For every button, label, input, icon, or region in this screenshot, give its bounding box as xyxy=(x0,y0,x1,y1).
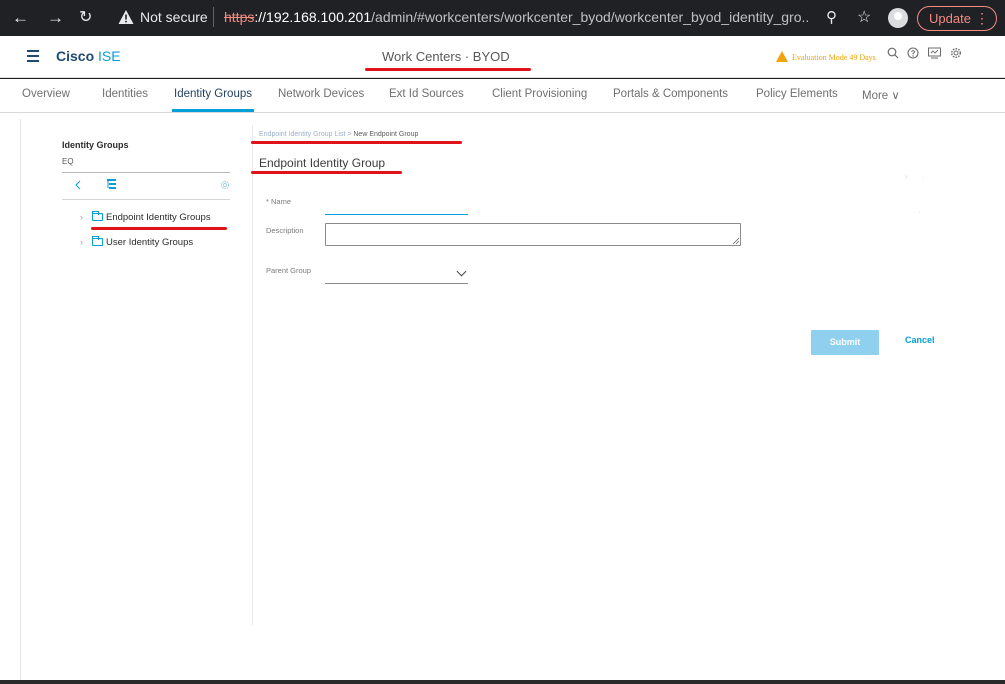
annotation-underline-breadcrumb xyxy=(251,141,462,144)
notifications-icon[interactable] xyxy=(928,47,941,62)
page-title: Endpoint Identity Group xyxy=(259,156,386,170)
resize-handle-icon[interactable] xyxy=(732,237,740,245)
url-scheme: https xyxy=(224,9,255,25)
tab-portals-components[interactable]: Portals & Components xyxy=(613,88,728,100)
tab-identities[interactable]: Identities xyxy=(102,88,148,100)
page-context-title: Work Centers · BYOD xyxy=(382,49,510,64)
annotation-underline-title xyxy=(365,68,531,71)
url-text[interactable]: https://192.168.100.201/admin/#workcente… xyxy=(224,9,809,25)
chevron-right-icon[interactable]: › xyxy=(80,212,90,222)
chevron-down-icon xyxy=(456,266,467,277)
parent-group-label: Parent Group xyxy=(266,266,312,275)
chevron-right-icon[interactable]: › xyxy=(80,237,90,247)
tree-item-label: User Identity Groups xyxy=(106,237,194,248)
submit-button[interactable]: Submit xyxy=(811,330,879,355)
search-underline xyxy=(62,172,230,173)
identity-groups-heading: Identity Groups xyxy=(62,140,129,150)
tab-client-provisioning[interactable]: Client Provisioning xyxy=(492,88,587,100)
breadcrumb-current: New Endpoint Group xyxy=(353,131,419,138)
tree-view-icon[interactable] xyxy=(107,179,117,190)
tab-bar: Overview Identities Identity Groups Netw… xyxy=(0,79,1005,113)
window-bottom-edge xyxy=(0,680,1005,684)
tree-item-label: Endpoint Identity Groups xyxy=(106,212,211,223)
security-status[interactable]: Not secure xyxy=(140,9,208,25)
warning-triangle-icon xyxy=(776,51,788,62)
search-icon[interactable] xyxy=(887,47,899,62)
url-host: ://192.168.100.201 xyxy=(254,9,372,25)
name-field[interactable] xyxy=(325,196,468,215)
panel-divider xyxy=(252,125,253,625)
help-icon[interactable] xyxy=(907,47,919,62)
gear-icon[interactable] xyxy=(950,47,962,62)
browser-toolbar: ← → ↻ Not secure https://192.168.100.201… xyxy=(0,0,1005,36)
zoom-icon[interactable]: ⚲ xyxy=(826,8,837,26)
collapse-left-icon[interactable] xyxy=(75,180,81,190)
cancel-button[interactable]: Cancel xyxy=(905,335,935,345)
folder-icon xyxy=(92,211,103,221)
tab-identity-groups[interactable]: Identity Groups xyxy=(172,88,254,112)
hamburger-menu-icon[interactable] xyxy=(27,50,39,62)
tab-policy-elements[interactable]: Policy Elements xyxy=(756,88,838,100)
evaluation-text: Evaluation Mode 49 Days xyxy=(792,53,876,62)
parent-group-select[interactable] xyxy=(325,262,468,284)
brand-light: ISE xyxy=(94,48,121,64)
description-field[interactable] xyxy=(325,223,741,246)
profile-avatar[interactable] xyxy=(888,8,908,28)
brand-bold: Cisco xyxy=(56,48,95,64)
address-bar[interactable]: Not secure https://192.168.100.201/admin… xyxy=(112,5,878,31)
forward-icon[interactable]: → xyxy=(47,8,64,28)
tree-item-user-identity-groups[interactable]: › User Identity Groups xyxy=(80,236,194,248)
app-header: Cisco ISE Work Centers · BYOD Evaluation… xyxy=(0,36,1005,78)
tree-settings-gear-icon[interactable] xyxy=(220,180,230,190)
bookmark-star-icon[interactable]: ☆ xyxy=(857,7,871,27)
tree-toolbar xyxy=(62,177,230,195)
screen: ← → ↻ Not secure https://192.168.100.201… xyxy=(0,0,1005,684)
update-label: Update xyxy=(929,11,971,26)
omnibox-divider xyxy=(213,7,214,27)
tab-overview[interactable]: Overview xyxy=(22,88,70,100)
evaluation-notice[interactable]: Evaluation Mode 49 Days xyxy=(776,51,876,62)
faint-mark-icon: · xyxy=(918,208,921,217)
app-logo: Cisco ISE xyxy=(56,48,121,64)
breadcrumb-link-group-list[interactable]: Endpoint Identity Group List xyxy=(259,131,345,138)
content-frame xyxy=(20,119,1005,684)
toolbar-divider xyxy=(62,199,230,200)
back-icon[interactable]: ← xyxy=(12,8,29,28)
warning-icon xyxy=(118,10,134,24)
description-label: Description xyxy=(266,226,304,235)
reload-icon[interactable]: ↻ xyxy=(79,8,92,28)
tree-item-endpoint-identity-groups[interactable]: › Endpoint Identity Groups xyxy=(80,211,211,223)
update-button[interactable]: Update ⋮ xyxy=(917,6,997,31)
menu-dots-icon: ⋮ xyxy=(975,10,989,26)
annotation-underline-endpoint-groups xyxy=(91,227,227,230)
folder-icon xyxy=(92,236,103,246)
faint-dot-icon: · xyxy=(922,173,925,182)
annotation-underline-form-title xyxy=(251,171,402,174)
faint-caret-icon: › xyxy=(905,172,908,181)
name-label: * Name xyxy=(266,197,292,206)
breadcrumb: Endpoint Identity Group List > New Endpo… xyxy=(259,131,418,138)
tab-ext-id-sources[interactable]: Ext Id Sources xyxy=(389,88,464,100)
tree-search-input[interactable]: EQ xyxy=(62,157,74,166)
url-path: /admin/#workcenters/workcenter_byod/work… xyxy=(371,9,809,25)
tab-more[interactable]: More ∨ xyxy=(862,88,900,102)
tab-network-devices[interactable]: Network Devices xyxy=(278,88,364,100)
